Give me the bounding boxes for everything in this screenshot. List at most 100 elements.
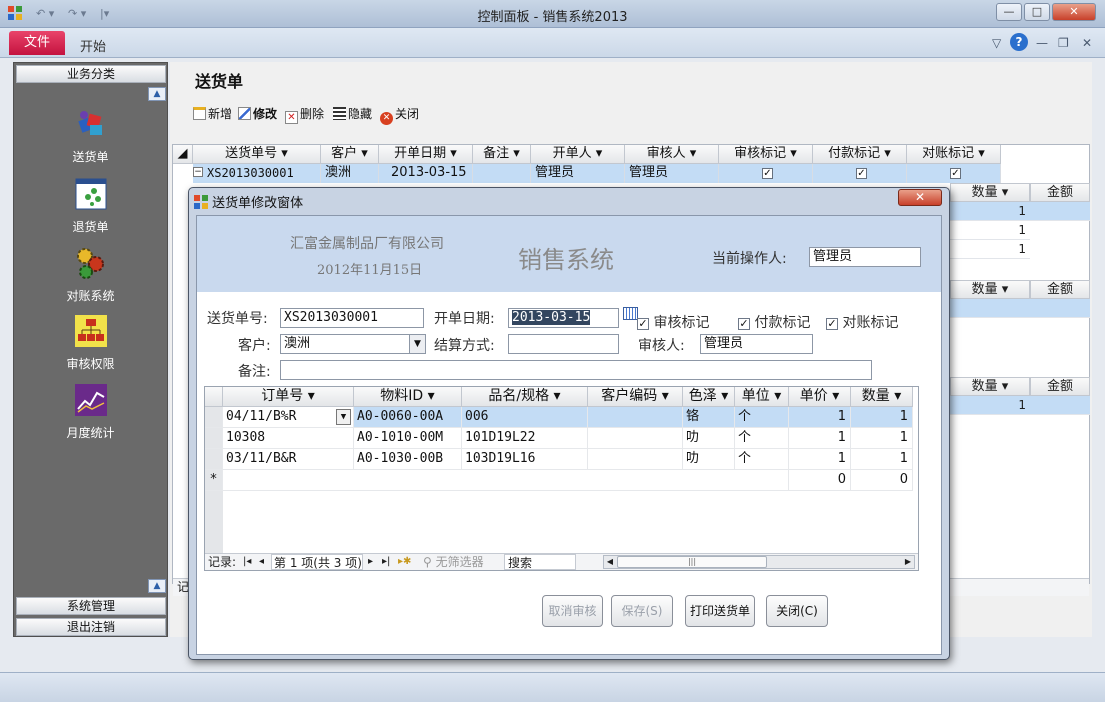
last-record-icon[interactable]: ▸|	[382, 554, 390, 570]
col-price[interactable]: 单价 ▾	[789, 387, 851, 407]
sub-qty-cell[interactable]: 1	[950, 221, 1030, 240]
dropdown-icon[interactable]: ▼	[409, 335, 425, 353]
close-button[interactable]: ✕	[1052, 3, 1096, 21]
col-color[interactable]: 色泽 ▾	[683, 387, 735, 407]
new-button[interactable]: 新增	[193, 105, 232, 122]
cell-cust-code[interactable]	[588, 449, 683, 470]
note-field[interactable]	[280, 360, 872, 380]
col-creator[interactable]: 开单人 ▾	[531, 145, 625, 164]
checked-checkbox[interactable]: ✓	[826, 318, 838, 330]
cell-qty[interactable]: 0	[851, 470, 913, 491]
cell-paid[interactable]: ✓	[813, 164, 907, 183]
horizontal-scrollbar[interactable]: ◀ ||| ▶	[603, 555, 915, 569]
cell-price[interactable]: 1	[789, 407, 851, 428]
paid-checkbox[interactable]: ✓	[856, 168, 867, 179]
cell-color[interactable]: 叻	[683, 428, 735, 449]
sub-qty-cell[interactable]: 1	[950, 240, 1030, 259]
customer-combo[interactable]: 澳洲 ▼	[280, 334, 426, 354]
col-cust-code[interactable]: 客户编码 ▾	[588, 387, 683, 407]
col-checked[interactable]: 对账标记 ▾	[907, 145, 1001, 164]
sub-col-qty[interactable]: 数量 ▾	[950, 280, 1030, 299]
save-button[interactable]: 保存(S)	[611, 595, 673, 627]
cell-material[interactable]: A0-1030-00B	[354, 449, 462, 470]
doc-minimize-icon[interactable]: —	[1036, 36, 1048, 50]
new-row-marker[interactable]: *	[205, 470, 223, 491]
audit-checkbox[interactable]: ✓	[637, 318, 649, 330]
cell-order[interactable]: 03/11/B&R	[223, 449, 354, 470]
cell-order[interactable]: 10308	[223, 428, 354, 449]
sub-col-qty[interactable]: 数量 ▾	[950, 377, 1030, 396]
doc-restore-icon[interactable]: ❐	[1058, 36, 1069, 50]
sub-qty-cell[interactable]: 1	[950, 396, 1030, 415]
order-no-field[interactable]: XS2013030001	[280, 308, 424, 328]
paid-check[interactable]: ✓ 付款标记	[738, 312, 810, 332]
scroll-up-icon[interactable]: ▲	[148, 87, 166, 101]
col-order[interactable]: 订单号 ▾	[223, 387, 354, 407]
cell-color[interactable]: 叻	[683, 449, 735, 470]
cell-order-no[interactable]: XS2013030001	[193, 164, 321, 183]
nav-item-delivery[interactable]: 送货单	[14, 107, 167, 165]
new-record-icon[interactable]: ▸✱	[398, 554, 411, 570]
nav-logout[interactable]: 退出注销	[16, 618, 166, 636]
close-form-button[interactable]: ✕ 关闭	[380, 105, 419, 125]
nav-item-monthly[interactable]: 月度统计	[14, 383, 167, 441]
sub-amount-cell[interactable]	[1030, 396, 1090, 415]
record-position[interactable]: 第 1 项(共 3 项)	[271, 554, 363, 570]
cell-price[interactable]: 1	[789, 428, 851, 449]
col-material[interactable]: 物料ID ▾	[354, 387, 462, 407]
print-delivery-button[interactable]: 打印送货单	[685, 595, 755, 627]
cell-qty[interactable]: 1	[851, 428, 913, 449]
cell-name[interactable]: 006	[462, 407, 588, 428]
cell-checked[interactable]: ✓	[907, 164, 1001, 183]
row-selector[interactable]	[205, 449, 223, 470]
hide-button[interactable]: 隐藏	[333, 105, 372, 122]
prev-record-icon[interactable]: ◂	[259, 554, 264, 570]
cell-qty[interactable]: 1	[851, 407, 913, 428]
cell-cust-code[interactable]	[588, 428, 683, 449]
checked-checkbox[interactable]: ✓	[950, 168, 961, 179]
col-note[interactable]: 备注 ▾	[473, 145, 531, 164]
sub-col-amount[interactable]: 金额	[1030, 183, 1090, 202]
scroll-thumb[interactable]: |||	[617, 556, 767, 568]
operator-field[interactable]: 管理员	[809, 247, 921, 267]
cell-material[interactable]: A0-1010-00M	[354, 428, 462, 449]
approver-field[interactable]: 管理员	[700, 334, 813, 354]
sub-qty-cell[interactable]: 1	[950, 202, 1030, 221]
edit-button[interactable]: 修改	[238, 105, 277, 122]
col-customer[interactable]: 客户 ▾	[321, 145, 379, 164]
col-paid[interactable]: 付款标记 ▾	[813, 145, 907, 164]
dialog-close-button[interactable]: ✕	[898, 189, 942, 206]
cell-creator[interactable]: 管理员	[531, 164, 625, 183]
open-date-field[interactable]: 2013-03-15	[508, 308, 619, 328]
dialog-close-text-button[interactable]: 关闭(C)	[766, 595, 828, 627]
cell-customer[interactable]: 澳洲	[321, 164, 379, 183]
first-record-icon[interactable]: |◂	[243, 554, 251, 570]
cell-audit[interactable]: ✓	[719, 164, 813, 183]
nav-item-audit[interactable]: 审核权限	[14, 314, 167, 372]
sub-amount-cell[interactable]	[1030, 202, 1090, 221]
scroll-left-icon[interactable]: ◀	[604, 556, 616, 568]
cell-note[interactable]	[473, 164, 531, 183]
doc-close-icon[interactable]: ✕	[1082, 36, 1092, 50]
col-date[interactable]: 开单日期 ▾	[379, 145, 473, 164]
calendar-icon[interactable]	[623, 307, 638, 320]
select-all-cell[interactable]	[205, 387, 223, 407]
help-icon[interactable]: ?	[1010, 33, 1028, 51]
col-order-no[interactable]: 送货单号 ▾	[193, 145, 321, 164]
cell-material[interactable]: A0-0060-00A	[354, 407, 462, 428]
col-qty[interactable]: 数量 ▾	[851, 387, 913, 407]
nav-item-return[interactable]: 退货单	[14, 177, 167, 235]
cell-price[interactable]: 1	[789, 449, 851, 470]
new-row[interactable]	[223, 470, 789, 491]
nav-system-admin[interactable]: 系统管理	[16, 597, 166, 615]
row-selector[interactable]	[205, 407, 223, 428]
scroll-down-icon[interactable]: ▲	[148, 579, 166, 593]
col-name[interactable]: 品名/规格 ▾	[462, 387, 588, 407]
no-filter-button[interactable]: ⚲ 无筛选器	[423, 554, 484, 570]
settle-field[interactable]	[508, 334, 619, 354]
sub-col-qty[interactable]: 数量 ▾	[950, 183, 1030, 202]
sub-row-selected[interactable]	[950, 299, 1090, 318]
cell-name[interactable]: 103D19L16	[462, 449, 588, 470]
minimize-button[interactable]: —	[996, 3, 1022, 21]
next-record-icon[interactable]: ▸	[368, 554, 373, 570]
